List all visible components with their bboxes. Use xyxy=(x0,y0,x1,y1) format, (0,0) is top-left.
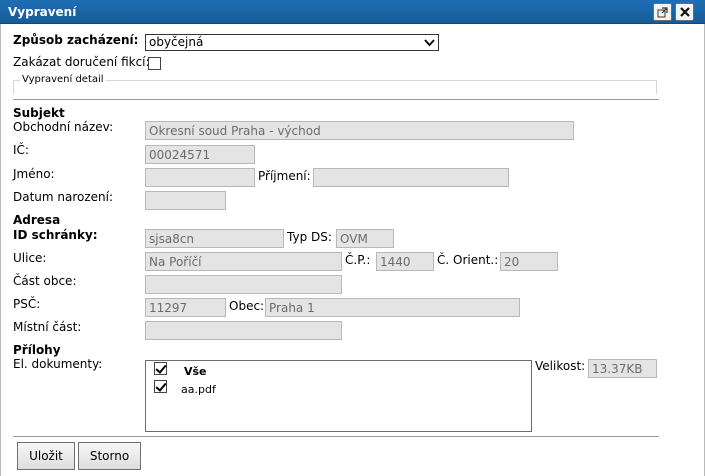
ic-label: IČ: xyxy=(13,143,29,157)
municipality-label: Obec: xyxy=(229,299,265,313)
cp-field[interactable]: 1440 xyxy=(376,252,434,271)
last-name-label: Příjmení: xyxy=(258,169,311,183)
local-part-field[interactable] xyxy=(145,321,342,340)
street-label: Ulice: xyxy=(13,251,47,265)
street-field[interactable]: Na Poříčí xyxy=(145,252,342,271)
no-fiction-delivery-label: Zakázat doručení fikcí: xyxy=(13,55,150,69)
close-button[interactable] xyxy=(675,3,694,21)
ds-type-label: Typ DS: xyxy=(287,230,332,244)
ic-field[interactable]: 00024571 xyxy=(145,145,255,164)
cancel-button[interactable]: Storno xyxy=(78,442,141,470)
chevron-down-icon xyxy=(424,39,435,47)
documents-label: El. dokumenty: xyxy=(13,357,103,371)
window-titlebar: Vypravení xyxy=(0,0,705,24)
ds-type-field[interactable]: OVM xyxy=(336,229,394,248)
no-fiction-delivery-checkbox[interactable] xyxy=(148,57,161,70)
popout-button[interactable] xyxy=(653,3,672,21)
local-part-label: Místní část: xyxy=(13,320,82,334)
bottom-divider xyxy=(13,436,659,437)
save-button[interactable]: Uložit xyxy=(17,442,75,470)
business-name-field[interactable]: Okresní soud Praha - východ xyxy=(145,121,574,140)
databox-id-label: ID schránky: xyxy=(13,228,98,242)
orient-field[interactable]: 20 xyxy=(500,252,558,271)
last-name-field[interactable] xyxy=(313,168,509,187)
attachments-heading: Přílohy xyxy=(13,343,61,357)
divider xyxy=(13,99,659,100)
municipality-field[interactable]: Praha 1 xyxy=(265,298,520,317)
detail-fieldset xyxy=(13,80,657,94)
file-name: aa.pdf xyxy=(181,383,216,396)
size-label: Velikost: xyxy=(535,359,586,373)
district-part-label: Část obce: xyxy=(13,274,77,288)
select-all-checkbox[interactable] xyxy=(154,362,167,375)
subject-heading: Subjekt xyxy=(13,106,65,120)
file-checkbox[interactable] xyxy=(154,380,167,393)
business-name-label: Obchodní název: xyxy=(13,120,114,134)
orient-label: Č. Orient.: xyxy=(437,253,499,267)
birth-date-field[interactable] xyxy=(145,191,226,210)
sending-method-value: obyčejná xyxy=(149,35,204,49)
address-heading: Adresa xyxy=(13,213,61,227)
databox-id-field[interactable]: sjsa8cn xyxy=(145,229,284,248)
psc-label: PSČ: xyxy=(13,297,41,311)
window-title: Vypravení xyxy=(8,5,77,19)
first-name-field[interactable] xyxy=(145,168,255,187)
psc-field[interactable]: 11297 xyxy=(145,298,226,317)
size-field: 13.37KB xyxy=(588,359,657,378)
cp-label: Č.P.: xyxy=(345,253,371,267)
popout-icon xyxy=(657,6,668,17)
district-part-field[interactable] xyxy=(145,275,342,294)
birth-date-label: Datum narození: xyxy=(13,190,114,204)
detail-legend: Vypravení detail xyxy=(20,74,106,85)
select-all-label: Vše xyxy=(184,365,207,378)
close-icon xyxy=(679,7,690,17)
sending-method-label: Způsob zacházení: xyxy=(13,33,139,47)
first-name-label: Jméno: xyxy=(13,167,55,181)
sending-method-select[interactable]: obyčejná xyxy=(145,34,439,51)
